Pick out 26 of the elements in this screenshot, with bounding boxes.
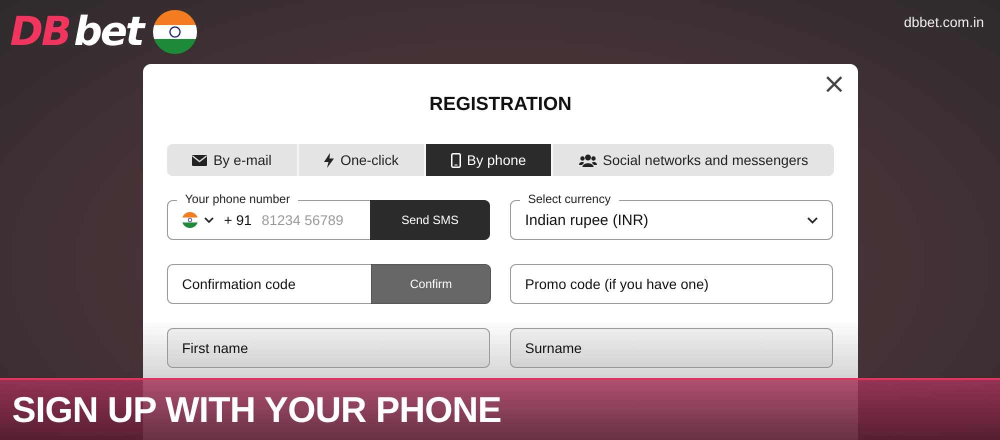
people-icon bbox=[578, 154, 597, 166]
tab[interactable]: By phone bbox=[426, 144, 553, 176]
dialog-title: REGISTRATION bbox=[428, 93, 573, 116]
tab[interactable]: By e-mail bbox=[167, 144, 299, 176]
send-sms-button[interactable]: Send SMS bbox=[370, 200, 490, 240]
confirmation-code-field[interactable]: Confirmation code bbox=[167, 264, 371, 304]
country-code: + 91 bbox=[224, 212, 252, 228]
logo-text: bet bbox=[74, 12, 143, 52]
currency-value: Indian rupee (INR) bbox=[525, 212, 648, 228]
text-field[interactable]: Surname bbox=[510, 328, 833, 368]
lightning-icon bbox=[324, 152, 334, 168]
flag-icon bbox=[182, 212, 198, 228]
flag-icon bbox=[152, 10, 197, 54]
field-label: Select currency bbox=[520, 191, 619, 207]
banner-title: SIGN UP WITH YOUR PHONE bbox=[12, 392, 502, 428]
envelope-icon bbox=[192, 154, 208, 166]
chevron-down-icon bbox=[807, 216, 818, 224]
phone-icon bbox=[450, 152, 461, 168]
text-field[interactable]: First name bbox=[167, 328, 490, 368]
confirm-button[interactable]: Confirm bbox=[371, 264, 491, 304]
close-button[interactable]: × bbox=[820, 70, 848, 98]
site-address: dbbet.com.in bbox=[904, 14, 984, 30]
text-field[interactable]: Promo code (if you have one) bbox=[510, 264, 833, 304]
chevron-down-icon[interactable] bbox=[204, 217, 214, 223]
field-label: Your phone number bbox=[177, 191, 298, 207]
logo-text: DB bbox=[10, 12, 70, 52]
